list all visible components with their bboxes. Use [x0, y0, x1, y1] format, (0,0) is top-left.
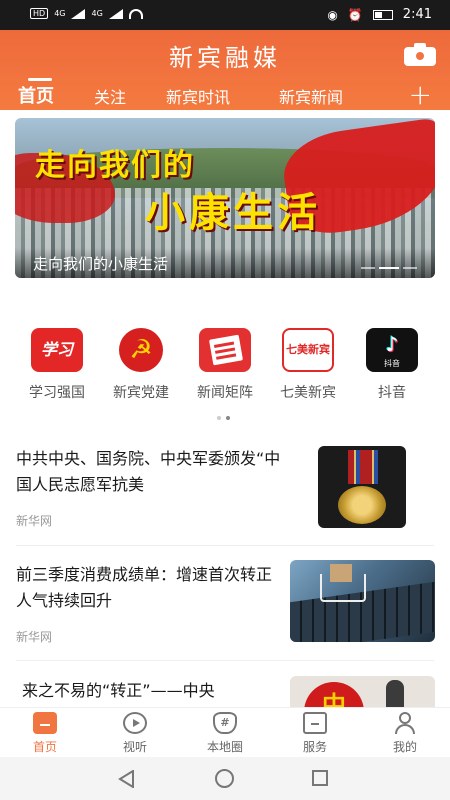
- user-icon: [393, 712, 417, 734]
- status-bar: HD 4G 4G ◉ ⏰ 2:41: [0, 0, 450, 30]
- divider: [16, 660, 434, 661]
- nav-audio-video[interactable]: 视听: [95, 712, 175, 755]
- news-thumbnail: 中: [290, 676, 435, 707]
- camera-icon[interactable]: [404, 42, 436, 66]
- news-thumbnail: [290, 560, 435, 642]
- news-item[interactable]: 来之不易的“转正”——中央 中: [0, 676, 450, 707]
- banner-headline-line2: 小康生活: [145, 189, 321, 236]
- nav-label: 服务: [302, 740, 327, 754]
- app-title: 新宾融媒: [169, 44, 281, 72]
- clock: 2:41: [402, 7, 432, 22]
- tab-active-indicator: [28, 78, 52, 81]
- shortcut-xuexi[interactable]: 学习 学习强国: [15, 328, 99, 402]
- douyin-icon: ♪ 抖音: [366, 328, 418, 372]
- shortcut-label: 抖音: [378, 385, 406, 401]
- add-channel-icon[interactable]: +: [409, 78, 432, 111]
- banner-pager: [361, 267, 417, 269]
- play-icon: [123, 712, 147, 734]
- newspaper-icon: [199, 328, 251, 372]
- shortcut-news-matrix[interactable]: 新闻矩阵: [183, 328, 267, 402]
- music-note-icon: ♪: [385, 332, 399, 356]
- news-title: 中共中央、国务院、中央军委颁发“中国人民志愿军抗美: [16, 449, 281, 494]
- shortcut-grid: 学习 学习强国 ☭ 新宾党建 新闻矩阵 七美新宾 七美新宾 ♪ 抖音 抖音: [0, 328, 450, 408]
- signal-icon-2: [108, 8, 123, 19]
- shortcut-label: 七美新宾: [280, 385, 336, 401]
- shortcut-label: 学习强国: [29, 385, 85, 401]
- nav-local-circle[interactable]: # 本地圈: [185, 712, 265, 755]
- shortcut-label: 新宾党建: [113, 385, 169, 401]
- tab-home[interactable]: 首页: [18, 82, 54, 108]
- system-nav-bar: [0, 757, 450, 800]
- shortcut-qimei[interactable]: 七美新宾 七美新宾: [266, 328, 350, 402]
- tab-xinbin-shixun[interactable]: 新宾时讯: [166, 84, 230, 108]
- bottom-nav: 首页 视听 # 本地圈 服务 我的: [0, 707, 450, 757]
- nav-services[interactable]: 服务: [275, 712, 355, 755]
- shortcut-pager: [217, 416, 230, 420]
- signal-label-1: 4G: [54, 9, 66, 18]
- news-title: 前三季度消费成绩单：增速首次转正 人气持续回升: [16, 565, 273, 610]
- douyin-icon-text: 抖音: [384, 359, 400, 368]
- status-left: HD 4G 4G: [30, 8, 143, 19]
- news-item[interactable]: 中共中央、国务院、中央军委颁发“中国人民志愿军抗美 新华网: [0, 444, 450, 544]
- tab-follow[interactable]: 关注: [94, 84, 126, 108]
- party-emblem-icon: ☭: [115, 328, 167, 372]
- home-icon: [33, 712, 57, 734]
- eye-icon: ◉: [327, 7, 338, 22]
- hashtag-icon: #: [213, 712, 237, 734]
- banner-caption: 走向我们的小康生活: [33, 255, 169, 273]
- nav-label: 我的: [392, 740, 417, 754]
- home-circle-icon[interactable]: [215, 769, 234, 788]
- shortcut-douyin[interactable]: ♪ 抖音 抖音: [350, 328, 434, 402]
- signal-label-2: 4G: [91, 9, 103, 18]
- news-item[interactable]: 前三季度消费成绩单：增速首次转正 人气持续回升 新华网: [0, 560, 450, 660]
- nav-label: 本地圈: [206, 740, 243, 754]
- nav-me[interactable]: 我的: [365, 712, 445, 755]
- news-thumbnail: [318, 446, 406, 528]
- news-source: 新华网: [16, 630, 53, 644]
- party-emblem-glyph: ☭: [119, 328, 163, 372]
- tab-bar: 首页 关注 新宾时讯 新宾新闻 +: [0, 78, 450, 111]
- back-icon[interactable]: [118, 770, 134, 788]
- wifi-icon: [128, 8, 143, 19]
- recent-apps-icon[interactable]: [312, 770, 328, 786]
- qimei-xinbin-icon: 七美新宾: [282, 328, 334, 372]
- nav-label: 首页: [32, 740, 57, 754]
- nav-label: 视听: [122, 740, 147, 754]
- battery-icon: [372, 9, 393, 20]
- news-title: 来之不易的“转正”——中央: [22, 681, 215, 700]
- app-header: 新宾融媒 首页 关注 新宾时讯 新宾新闻 +: [0, 30, 450, 111]
- nav-home[interactable]: 首页: [5, 712, 85, 755]
- shortcut-label: 新闻矩阵: [197, 385, 253, 401]
- status-right: ◉ ⏰ 2:41: [327, 7, 432, 22]
- hero-banner[interactable]: 走向我们的 小康生活 走向我们的小康生活: [15, 118, 435, 278]
- xuexi-qiangguo-icon: 学习: [31, 328, 83, 372]
- news-source: 新华网: [16, 514, 53, 528]
- shortcut-party[interactable]: ☭ 新宾党建: [99, 328, 183, 402]
- hd-indicator: HD: [30, 8, 49, 19]
- tab-xinbin-news[interactable]: 新宾新闻: [279, 84, 343, 108]
- alarm-icon: ⏰: [347, 7, 363, 22]
- divider: [16, 545, 434, 546]
- thumbnail-character: 中: [304, 682, 364, 707]
- banner-headline-line1: 走向我们的: [35, 148, 195, 183]
- services-icon: [303, 712, 327, 734]
- signal-icon: [71, 8, 86, 19]
